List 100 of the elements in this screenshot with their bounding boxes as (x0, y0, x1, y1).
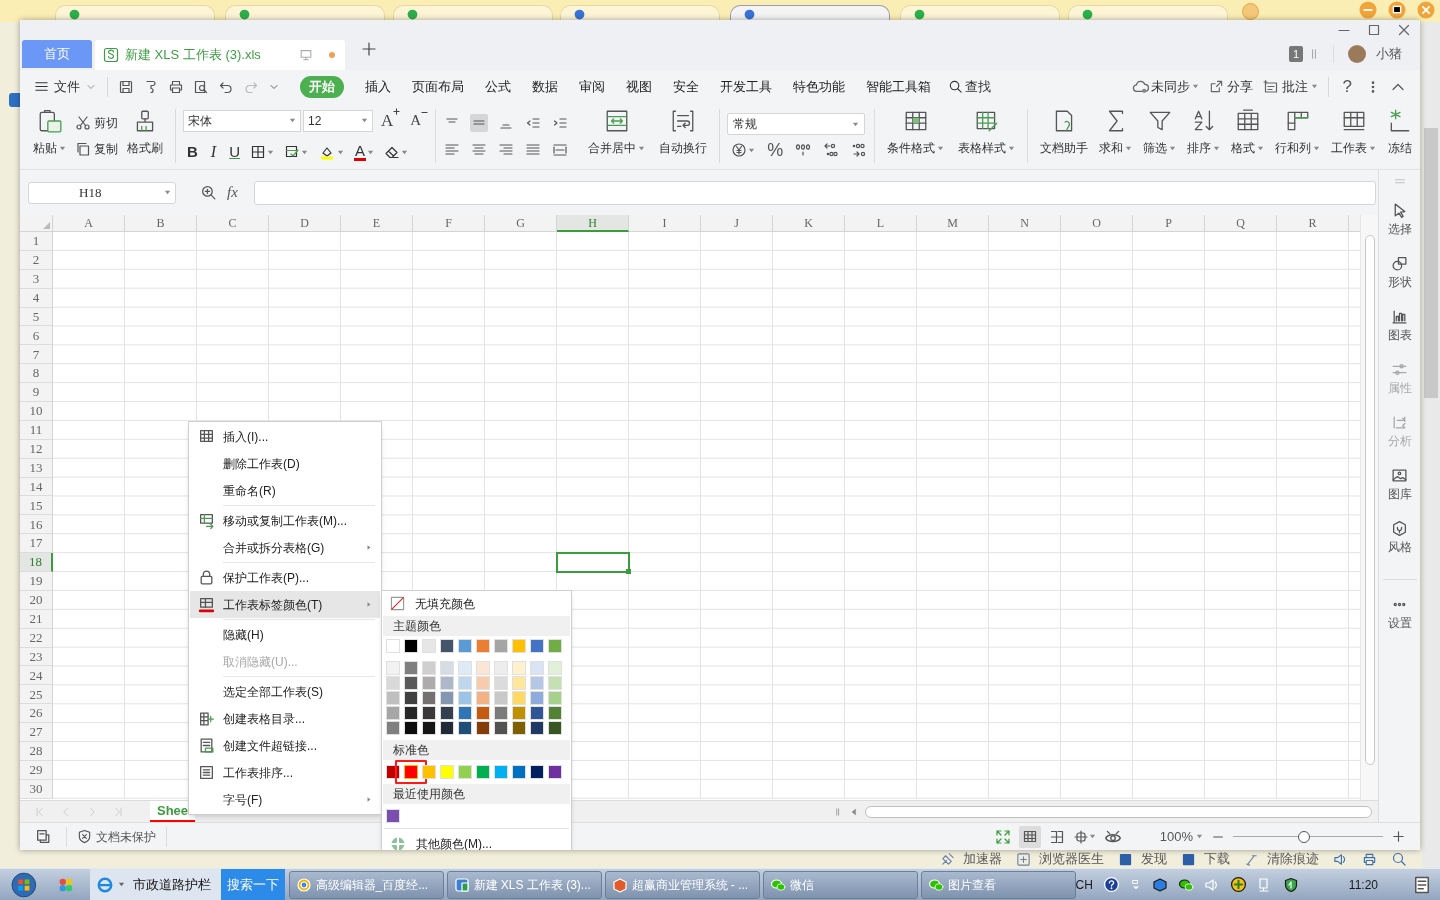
side-panel-button[interactable]: 设置 (1387, 596, 1412, 632)
sync-button[interactable]: 未同步 (1131, 76, 1199, 97)
row-header[interactable]: 25 (20, 685, 53, 705)
menu-item[interactable]: 删除工作表(D) (190, 450, 380, 477)
status-link[interactable]: 发现 (1118, 849, 1167, 869)
ribbon-button[interactable]: 求和 (1094, 103, 1138, 169)
menu-item[interactable]: 移动或复制工作表(M)... (190, 507, 380, 534)
column-header[interactable]: E (341, 215, 413, 232)
row-header[interactable]: 15 (20, 496, 53, 516)
ribbon-button[interactable]: 行和列 (1270, 103, 1326, 169)
search-button[interactable]: 搜索一下 (220, 869, 285, 900)
status-link[interactable]: 加速器 (940, 849, 1002, 869)
ribbon-button[interactable]: 工作表 (1326, 103, 1382, 169)
name-box[interactable]: H18 (28, 181, 176, 204)
row-header[interactable]: 10 (20, 402, 53, 421)
user-name[interactable]: 小猪 (1376, 44, 1402, 64)
share-button[interactable]: 分享 (1208, 76, 1253, 97)
page-count-badge[interactable]: 1 (1288, 45, 1303, 62)
menu-item[interactable]: 工作表排序... (190, 759, 380, 786)
column-header[interactable]: Q (1205, 215, 1277, 232)
column-header[interactable]: C (197, 215, 269, 232)
column-header[interactable]: M (917, 215, 989, 232)
ribbon-button[interactable]: 文档助手 (1035, 103, 1094, 169)
menu-item[interactable]: 选定全部工作表(S) (190, 678, 380, 705)
menu-item[interactable]: 其他颜色(M)... (382, 831, 571, 850)
status-link[interactable]: 浏览器医生 (1016, 849, 1104, 869)
menu-item[interactable]: 无填充颜色 (382, 591, 571, 616)
column-header[interactable]: L (845, 215, 917, 232)
row-header[interactable]: 16 (20, 515, 53, 535)
menu-item[interactable]: 创建文件超链接... (190, 732, 380, 759)
number-format-field[interactable]: 常规 (727, 113, 866, 135)
paste-button[interactable]: 粘贴 (28, 103, 71, 169)
ribbon-tab[interactable]: 页面布局 (412, 76, 464, 97)
underline-button[interactable]: U (229, 141, 240, 164)
row-header[interactable]: 24 (20, 666, 53, 686)
file-menu[interactable]: 文件 (34, 76, 97, 97)
column-header[interactable]: D (269, 215, 341, 232)
cut-button[interactable]: 剪切 (75, 114, 118, 132)
percent-button[interactable]: % (767, 141, 784, 159)
input-method[interactable]: CH (1075, 875, 1093, 894)
row-header[interactable]: 8 (20, 364, 53, 384)
menu-item[interactable]: 保护工作表(P)... (190, 564, 380, 591)
menu-item[interactable]: 插入(I)... (190, 423, 380, 450)
ribbon-tab[interactable]: 审阅 (579, 76, 605, 97)
row-header[interactable]: 19 (20, 572, 53, 591)
comment-button[interactable]: 批注 (1262, 76, 1318, 97)
copy-button[interactable]: 复制 (75, 140, 118, 158)
column-header[interactable]: R (1277, 215, 1349, 232)
shrink-font-button[interactable]: A (410, 109, 429, 132)
ribbon-tab[interactable]: 数据 (532, 76, 558, 97)
grow-font-button[interactable]: A (381, 107, 401, 134)
format-painter-button[interactable]: 格式刷 (122, 103, 168, 169)
search-button[interactable]: 查找 (948, 76, 991, 97)
font-size-field[interactable]: 12 (303, 109, 373, 132)
ribbon-button[interactable]: 条件格式 (882, 103, 950, 169)
menu-item[interactable]: 工作表标签颜色(T) (190, 591, 380, 618)
column-header[interactable]: J (701, 215, 773, 232)
bold-button[interactable]: B (187, 141, 198, 164)
ribbon-tab[interactable]: 公式 (485, 76, 511, 97)
column-header[interactable]: O (1061, 215, 1133, 232)
ribbon-tab[interactable]: 视图 (626, 76, 652, 97)
protection-status[interactable]: 文档未保护 (67, 827, 166, 846)
document-tab[interactable]: 新建 XLS 工作表 (3).xls (95, 40, 345, 70)
ribbon-button[interactable]: 自动换行 (654, 103, 713, 169)
menu-item[interactable]: 重命名(R) (190, 477, 380, 504)
column-header[interactable]: H (557, 215, 629, 232)
row-header[interactable]: 18 (20, 553, 53, 573)
column-header[interactable]: P (1133, 215, 1205, 232)
column-header[interactable]: G (485, 215, 557, 232)
column-header[interactable]: I (629, 215, 701, 232)
column-header[interactable]: K (773, 215, 845, 232)
row-header[interactable]: 7 (20, 345, 53, 365)
row-header[interactable]: 9 (20, 383, 53, 402)
menu-item[interactable]: 隐藏(H) (190, 621, 380, 648)
clock[interactable]: 11:20 (1348, 875, 1378, 894)
side-panel-button[interactable]: 形状 (1387, 255, 1412, 291)
ribbon-tab[interactable]: 安全 (673, 76, 699, 97)
font-color-button[interactable]: A (354, 143, 367, 162)
ribbon-tab[interactable]: 智能工具箱 (866, 76, 931, 97)
function-button[interactable]: fx (227, 181, 238, 204)
side-panel-button[interactable]: 图表 (1387, 308, 1412, 344)
help-button[interactable]: ? (1338, 73, 1356, 100)
ribbon-button[interactable]: 排序 (1182, 103, 1226, 169)
column-header[interactable]: B (125, 215, 197, 232)
ribbon-tab[interactable]: 插入 (365, 76, 391, 97)
column-header[interactable]: A (53, 215, 125, 232)
side-panel-button[interactable]: 图库 (1387, 467, 1412, 503)
row-header[interactable]: 27 (20, 723, 53, 743)
status-link[interactable]: 清除痕迹 (1244, 849, 1319, 869)
side-panel-button[interactable]: 选择 (1387, 202, 1412, 238)
ribbon-button[interactable]: 表格样式 (953, 103, 1021, 169)
column-header[interactable]: N (989, 215, 1061, 232)
status-link[interactable]: 下载 (1181, 849, 1230, 869)
row-header[interactable]: 6 (20, 326, 53, 346)
ribbon-button[interactable]: 格式 (1226, 103, 1270, 169)
ribbon-button[interactable]: 冻结 (1382, 103, 1419, 169)
italic-button[interactable]: I (207, 140, 220, 165)
ribbon-button[interactable]: 筛选 (1138, 103, 1182, 169)
row-header[interactable]: 28 (20, 742, 53, 761)
zoom-level-button[interactable]: 100% (1159, 826, 1203, 847)
